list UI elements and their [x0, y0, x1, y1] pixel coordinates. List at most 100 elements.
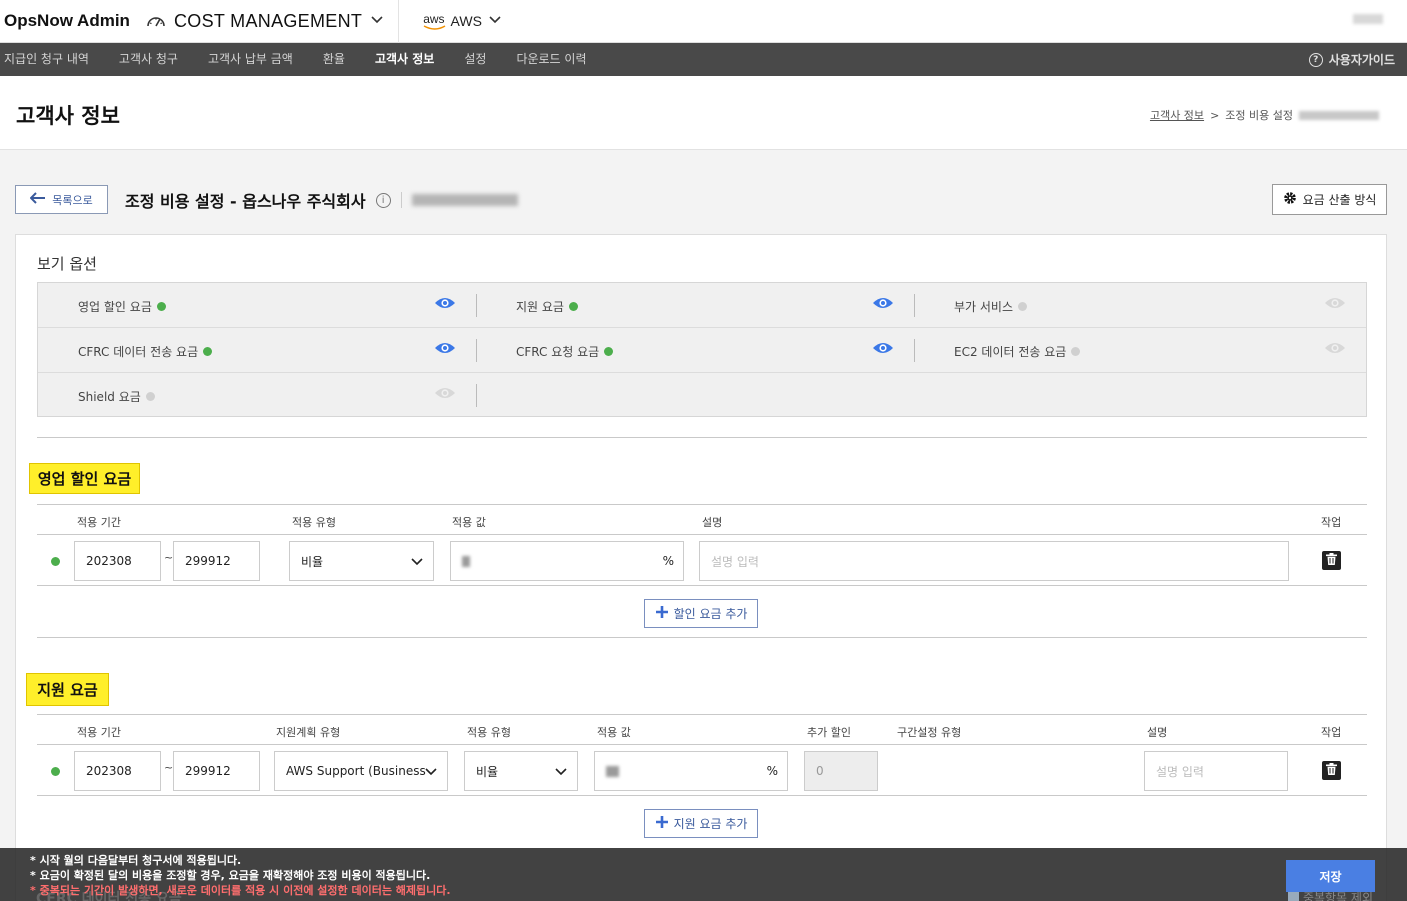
calc-method-button[interactable]: 요금 산출 방식 — [1272, 184, 1387, 215]
page-header: 고객사 정보 고객사 정보 > 조정 비용 설정 — [0, 76, 1407, 150]
header-action: 작업 — [1321, 726, 1342, 739]
chevron-down-icon — [411, 555, 423, 569]
start-month-input[interactable]: 202308 — [74, 541, 161, 581]
view-options-panel: 영업 할인 요금 지원 요금 부가 서비스 CFRC 데이터 전송 요금 CFR — [37, 282, 1367, 417]
nav-item-exchange-rate[interactable]: 환율 — [308, 43, 360, 76]
info-icon[interactable]: i — [375, 192, 391, 208]
gauge-icon — [146, 12, 166, 31]
eye-icon[interactable] — [872, 341, 894, 358]
extra-discount-input: 0 — [804, 751, 878, 791]
chevron-down-icon — [370, 14, 384, 28]
checkbox[interactable] — [1287, 892, 1299, 901]
view-option-label: EC2 데이터 전송 요금 — [954, 345, 1067, 359]
footer-warning: * 중복되는 기간이 발생하면, 새로운 데이터를 적용 시 이전에 설정한 데… — [30, 884, 451, 897]
range-separator: ~ — [164, 551, 174, 564]
view-option-shield: Shield 요금 — [38, 373, 476, 418]
view-option-addon-services: 부가 서비스 — [914, 283, 1366, 328]
breadcrumb-link[interactable]: 고객사 정보 — [1150, 107, 1204, 123]
chevron-down-icon — [425, 765, 437, 779]
view-option-label: 지원 요금 — [516, 300, 564, 314]
delete-button[interactable] — [1322, 551, 1341, 570]
status-dot — [156, 302, 166, 311]
help-icon: ? — [1308, 52, 1323, 67]
support-table-header: 적용 기간 지원계획 유형 적용 유형 적용 값 추가 할인 구간설정 유형 설… — [37, 714, 1367, 745]
view-option-label: CFRC 데이터 전송 요금 — [78, 345, 199, 359]
plus-icon — [655, 815, 669, 832]
eye-icon[interactable] — [434, 296, 456, 313]
divider — [400, 192, 402, 208]
eye-icon[interactable] — [1324, 341, 1346, 358]
eye-icon[interactable] — [872, 296, 894, 313]
end-month-input[interactable]: 299912 — [173, 751, 260, 791]
nav-item-download-history[interactable]: 다운로드 이력 — [501, 43, 601, 76]
view-option-cfrc-transfer: CFRC 데이터 전송 요금 — [38, 328, 476, 373]
status-dot — [1018, 302, 1028, 311]
unit-label: % — [766, 764, 778, 778]
header-range-type: 구간설정 유형 — [897, 726, 962, 739]
apply-value-input[interactable]: % — [450, 541, 684, 581]
header-period: 적용 기간 — [77, 726, 121, 739]
breadcrumb-current: 조정 비용 설정 — [1225, 109, 1293, 122]
header-description: 설명 — [1147, 726, 1168, 739]
apply-type-value: 비율 — [301, 554, 324, 569]
trash-icon — [1326, 553, 1337, 568]
status-dot — [203, 347, 213, 356]
save-button[interactable]: 저장 — [1286, 860, 1375, 892]
apply-value-input[interactable]: % — [594, 751, 788, 791]
delete-button[interactable] — [1322, 761, 1341, 780]
product-switcher[interactable]: COST MANAGEMENT — [146, 0, 400, 43]
status-dot — [51, 767, 60, 776]
add-support-label: 지원 요금 추가 — [673, 817, 748, 831]
aws-logo-icon: aws — [423, 12, 446, 30]
divider — [37, 637, 1367, 638]
add-discount-button[interactable]: 할인 요금 추가 — [644, 599, 758, 628]
apply-type-select[interactable]: 비율 — [464, 751, 578, 791]
nav-item-customer-billing[interactable]: 고객사 청구 — [104, 43, 193, 76]
table-row: 202308 ~ 299912 AWS Support (Business 비율… — [37, 745, 1367, 796]
header-period: 적용 기간 — [77, 516, 121, 529]
top-bar: OpsNow Admin COST MANAGEMENT aws AWS — [0, 0, 1407, 43]
subheader-title-row: 조정 비용 설정 - 옵스나우 주식회사 i — [125, 188, 518, 212]
apply-type-select[interactable]: 비율 — [289, 541, 434, 581]
description-input[interactable]: 설명 입력 — [699, 541, 1289, 581]
header-type: 적용 유형 — [467, 726, 511, 739]
status-dot — [51, 557, 60, 566]
user-guide-link[interactable]: ? 사용자가이드 — [1308, 43, 1395, 76]
eye-icon[interactable] — [434, 341, 456, 358]
header-description: 설명 — [702, 516, 723, 529]
breadcrumb-account-redacted — [1299, 110, 1379, 120]
eye-icon[interactable] — [1324, 296, 1346, 313]
support-plan-select[interactable]: AWS Support (Business — [274, 751, 448, 791]
status-dot — [604, 347, 614, 356]
cloud-switcher[interactable]: aws AWS — [399, 12, 502, 30]
view-option-label: 부가 서비스 — [954, 300, 1014, 314]
nav-item-settings[interactable]: 설정 — [449, 43, 501, 76]
unit-label: % — [662, 554, 674, 568]
header-extra-discount: 추가 할인 — [807, 726, 851, 739]
view-option-support: 지원 요금 — [476, 283, 914, 328]
nav-item-payer-billing[interactable]: 지급인 청구 내역 — [0, 43, 104, 76]
subheader-title: 조정 비용 설정 - 옵스나우 주식회사 — [125, 192, 366, 211]
apply-type-value: 비율 — [476, 764, 499, 779]
footer-note: * 요금이 확정된 달의 비용을 조정할 경우, 요금을 재확정해야 조정 비용… — [30, 869, 431, 882]
apply-value-redacted — [606, 765, 619, 777]
add-support-button[interactable]: 지원 요금 추가 — [644, 809, 758, 838]
description-input[interactable]: 설명 입력 — [1144, 751, 1288, 791]
nav-item-customer-payments[interactable]: 고객사 납부 금액 — [193, 43, 308, 76]
start-month-input[interactable]: 202308 — [74, 751, 161, 791]
end-month-input[interactable]: 299912 — [173, 541, 260, 581]
sales-discount-title: 영업 할인 요금 — [29, 463, 140, 494]
account-id-redacted — [411, 194, 518, 206]
back-to-list-button[interactable]: 목록으로 — [15, 185, 108, 214]
plus-icon — [655, 605, 669, 622]
header-type: 적용 유형 — [292, 516, 336, 529]
user-menu[interactable] — [1353, 14, 1383, 24]
nav-item-customer-info[interactable]: 고객사 정보 — [360, 43, 449, 76]
header-action: 작업 — [1321, 516, 1342, 529]
trash-icon — [1326, 763, 1337, 778]
brand-logo[interactable]: OpsNow Admin — [0, 11, 146, 31]
view-option-label: Shield 요금 — [78, 390, 141, 404]
view-option-label: 영업 할인 요금 — [78, 300, 152, 314]
eye-icon[interactable] — [434, 386, 456, 403]
status-dot — [568, 302, 578, 311]
